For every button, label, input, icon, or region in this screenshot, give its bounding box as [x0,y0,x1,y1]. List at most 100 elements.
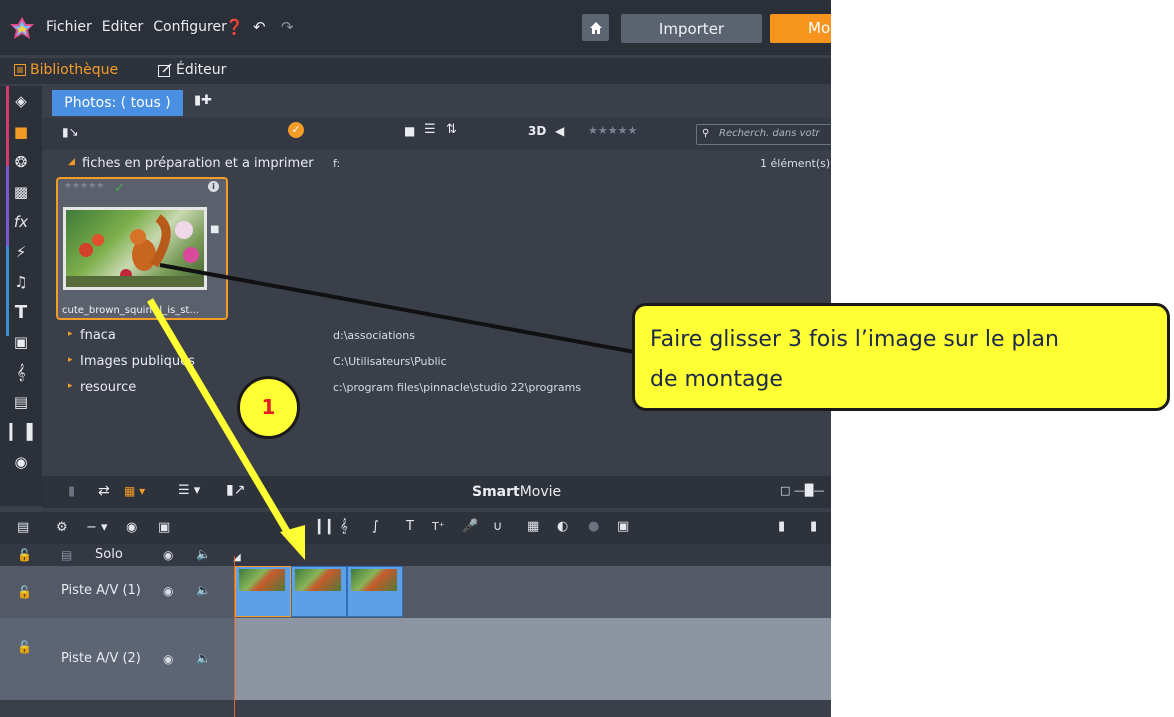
timeline-clip[interactable] [291,566,347,617]
folder-badge-icon: ■ [210,224,220,235]
storyboard-icon[interactable]: ▤ [17,520,29,535]
import-to-library-icon[interactable]: ▮↘ [62,125,79,139]
photo-thumbnail[interactable]: ★★★★★ ✓ i ■ cute_brown_squirrel_is_st... [56,177,228,320]
import-button[interactable]: Importer [621,14,762,43]
disc-icon[interactable]: ◉ [0,449,42,475]
multicam-icon[interactable]: ▦ [527,519,539,534]
speaker-icon[interactable]: 🔈 [196,547,211,561]
list-view-icon[interactable]: ☰ [424,122,436,137]
motion-icon[interactable]: ▣ [617,519,629,534]
smartmovie-label: Movie [519,484,562,500]
expand-triangle-icon[interactable]: ▸ [68,381,73,391]
sound-wave-icon[interactable]: ▎▐ [0,419,42,445]
menu-edit[interactable]: Editer [102,19,143,35]
tab-photos[interactable]: Photos: ( tous ) [52,90,183,116]
help-icon[interactable]: ❓ [225,18,244,36]
library-icon [14,64,26,76]
lock-icon[interactable]: 🔓 [17,585,32,599]
library-category-rail: ◈ ■ ❂ ▩ fx ⚡ ♫ T ▣ 𝄞 ▤ ▎▐ ◉ [0,86,42,506]
color-icon[interactable]: ◐ [557,519,568,534]
clip-thumbnail [295,569,341,591]
folder-row-expanded[interactable]: ◢ fiches en préparation et a imprimer f:… [42,153,831,175]
timeline-clip[interactable] [235,566,291,617]
item-count: 1 élément(s) [760,157,831,170]
solo-label: Solo [95,547,123,562]
3d-filter[interactable]: 3D [528,124,546,138]
list-mode-icon[interactable]: ☰ ▾ [178,483,200,498]
playhead-line[interactable] [234,556,235,717]
disc-output-icon[interactable]: ◉ [126,520,137,535]
thumbnail-caption: cute_brown_squirrel_is_st... [62,305,199,316]
speaker-icon[interactable]: 🔈 [196,583,211,597]
3d-title-icon[interactable]: T⁺ [432,520,445,533]
smartmovie-button[interactable]: SmartMovie [472,484,561,500]
collection-icon[interactable]: ▩ [0,179,42,205]
tab-library[interactable]: Bibliothèque [14,62,118,78]
home-button[interactable] [582,14,609,41]
expand-triangle-icon[interactable]: ▸ [68,355,73,365]
rating-filter-stars[interactable]: ★★★★★ [588,124,637,137]
zoom-slider[interactable]: □ —█— [780,484,824,497]
audio-ducking-icon[interactable]: ∪ [493,519,503,534]
effects-fx-icon[interactable]: fx [0,209,42,235]
callout-line-2: de montage [650,367,783,392]
transition-bolt-icon[interactable]: ⚡ [0,239,42,265]
lock-icon[interactable]: 🔓 [17,548,32,562]
music-note-icon[interactable]: ♫ [0,269,42,295]
lock-icon[interactable]: 🔓 [17,640,32,654]
mask-icon[interactable]: ● [588,519,599,534]
collapse-triangle-icon[interactable]: ◢ [68,157,75,167]
folder-path: f: [333,157,341,170]
project-bin-icon[interactable]: ◈ [0,88,42,114]
scorefitter-icon[interactable]: 𝄞 [340,519,348,534]
search-input[interactable]: ⚲ Recherch. dans votr [696,124,831,145]
timeline-track-2: 🔓 Piste A/V (2) ◉ 🔈 [0,618,831,700]
redo-icon[interactable]: ↷ [281,18,294,36]
sync-icon[interactable]: ⇄ [98,483,110,499]
settings-gear-icon[interactable]: ⚙ [56,520,68,535]
folder-icon[interactable]: ■ [0,119,42,145]
eye-icon[interactable]: ◉ [163,548,173,562]
copy-icon[interactable]: ▮ [68,484,75,499]
export-icon[interactable]: ▮↗ [226,482,245,498]
info-icon[interactable]: i [208,181,219,192]
song-icon[interactable]: ∫ [372,519,379,534]
title-icon[interactable]: T [0,299,42,325]
split-icon[interactable]: − ▾ [86,520,108,535]
timeline-track-1: 🔓 Piste A/V (1) ◉ 🔈 [0,566,831,618]
thumb-rating-stars[interactable]: ★★★★★ [64,181,104,191]
snapshot-icon[interactable]: ▣ [158,520,170,535]
sort-icon[interactable]: ⇅ [446,122,457,137]
menu-file[interactable]: Fichier [46,19,92,35]
tab-editor[interactable]: Éditeur [158,62,226,78]
add-tab-icon[interactable]: ▮✚ [194,93,212,108]
title-tool-icon[interactable]: T [406,519,414,534]
menu-configure[interactable]: Configurer [153,19,227,35]
speaker-icon[interactable]: 🔈 [196,651,211,665]
tag-icon[interactable]: ◀ [555,124,564,138]
timeline-clip[interactable] [347,566,403,617]
grid-view-icon[interactable]: ▦ ▾ [124,484,145,498]
marker-left-icon[interactable]: ▮ [778,519,785,534]
solo-track-icon[interactable]: ▤ [61,548,72,562]
voiceover-mic-icon[interactable]: 🎤 [462,519,478,534]
smartmovie-label-bold: Smart [472,484,520,500]
expand-triangle-icon[interactable]: ▸ [68,329,73,339]
audio-levels-icon[interactable]: ▎▎ [318,520,338,535]
marker-right-icon[interactable]: ▮ [810,519,817,534]
folder-view-icon[interactable]: ■ [404,124,415,138]
undo-icon[interactable]: ↶ [253,18,266,36]
track-label: Piste A/V (1) [61,583,141,598]
score-icon[interactable]: 𝄞 [0,359,42,385]
eye-icon[interactable]: ◉ [163,584,173,598]
montage-icon[interactable]: ▣ [0,329,42,355]
checkmark-filter-icon[interactable]: ✓ [288,122,304,138]
montage-button[interactable]: Mo [770,14,831,43]
tab-library-label: Bibliothèque [30,62,119,78]
track-header: 🔓 Piste A/V (2) ◉ 🔈 [0,618,234,700]
film-reel-icon[interactable]: ❂ [0,149,42,175]
search-icon: ⚲ [702,128,710,139]
eye-icon[interactable]: ◉ [163,652,173,666]
mode-bar: Bibliothèque Éditeur [0,58,831,84]
menu-disc-icon[interactable]: ▤ [0,389,42,415]
